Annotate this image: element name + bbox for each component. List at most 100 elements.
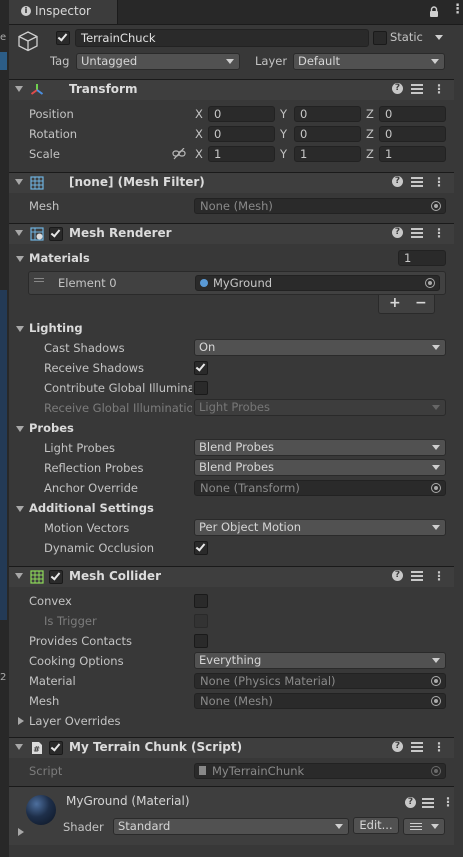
component-menu-icon[interactable]: ⋮ [433,569,445,583]
help-icon[interactable]: ? [392,83,403,94]
presets-icon[interactable] [422,797,434,808]
foldout-arrow-icon[interactable] [15,744,23,750]
contribute-gi-checkbox[interactable] [194,381,208,395]
cooking-options-dropdown[interactable]: Everything [194,652,446,669]
motion-vectors-label: Motion Vectors [44,521,130,535]
probes-foldout-icon[interactable] [16,426,24,432]
mesh-collider-title: Mesh Collider [69,569,161,583]
presets-icon[interactable] [411,570,423,581]
rotation-x-field[interactable]: 0 [208,126,275,142]
rotation-z-field[interactable]: 0 [379,126,446,142]
mesh-filter-title: [none] (Mesh Filter) [69,175,205,189]
additional-settings-foldout-icon[interactable] [16,506,24,512]
cast-shadows-value: On [199,340,216,354]
object-picker-icon[interactable] [431,696,441,706]
foldout-arrow-icon[interactable] [15,230,23,236]
shader-value: Standard [118,819,171,833]
materials-foldout-icon[interactable] [16,256,24,262]
rotation-y-field[interactable]: 0 [294,126,361,142]
component-menu-icon[interactable]: ⋮ [433,740,445,754]
anchor-override-field[interactable]: None (Transform) [194,480,446,496]
is-trigger-checkbox [194,614,208,628]
mesh-collider-header[interactable]: Mesh Collider ? ⋮ [9,566,454,587]
transform-header[interactable]: Transform ? ⋮ [9,79,454,100]
component-menu-icon[interactable]: ⋮ [433,82,445,96]
collider-mesh-field[interactable]: None (Mesh) [194,693,446,709]
layer-overrides-foldout-icon[interactable] [18,717,24,725]
presets-icon[interactable] [411,83,423,94]
add-element-button[interactable]: + [389,295,401,311]
motion-vectors-value: Per Object Motion [199,520,302,534]
provides-contacts-checkbox[interactable] [194,634,208,648]
object-picker-icon[interactable] [431,483,441,493]
presets-icon[interactable] [411,741,423,752]
position-x-field[interactable]: 0 [208,106,275,122]
chevron-down-icon [335,824,343,829]
foldout-arrow-icon[interactable] [15,573,23,579]
help-icon[interactable]: ? [392,570,403,581]
shader-label: Shader [63,820,104,834]
probes-label: Probes [29,421,74,435]
gameobject-active-checkbox[interactable] [56,31,70,45]
layer-dropdown[interactable]: Default [293,53,445,70]
anchor-override-value: None (Transform) [200,481,300,495]
motion-vectors-dropdown[interactable]: Per Object Motion [194,519,446,536]
foldout-arrow-icon[interactable] [15,86,23,92]
lighting-foldout-icon[interactable] [16,326,24,332]
help-icon[interactable]: ? [405,797,416,808]
dynamic-occlusion-checkbox[interactable] [194,541,208,555]
help-icon[interactable]: ? [392,176,403,187]
element0-material-field[interactable]: MyGround [195,275,440,291]
convex-checkbox[interactable] [194,594,208,608]
light-probes-dropdown[interactable]: Blend Probes [194,439,446,456]
constrain-proportions-icon[interactable] [172,148,186,160]
presets-icon[interactable] [411,227,423,238]
gameobject-name-field[interactable]: TerrainChuck [75,29,369,47]
light-probes-value: Blend Probes [199,440,275,454]
materials-count-field[interactable]: 1 [398,250,446,266]
presets-icon[interactable] [411,176,423,187]
mesh-renderer-header[interactable]: Mesh Renderer ? ⋮ [9,223,454,244]
foldout-arrow-icon[interactable] [15,179,23,185]
scale-y-field[interactable]: 1 [294,146,361,162]
mesh-renderer-enabled-checkbox[interactable] [49,227,63,241]
component-menu-icon[interactable]: ⋮ [433,175,445,189]
receive-shadows-checkbox[interactable] [194,361,208,375]
tag-dropdown[interactable]: Untagged [76,53,240,70]
object-picker-icon[interactable] [425,278,435,288]
position-z-field[interactable]: 0 [379,106,446,122]
remove-element-button[interactable]: − [415,295,427,311]
help-icon[interactable]: ? [392,227,403,238]
shader-dropdown[interactable]: Standard [113,818,349,835]
shader-options-dropdown[interactable] [403,818,445,835]
object-picker-icon[interactable] [431,676,441,686]
object-picker-icon [431,766,441,776]
tab-menu-icon[interactable]: ⋮ [451,2,463,17]
scale-x-field[interactable]: 1 [208,146,275,162]
shader-edit-button[interactable]: Edit... [353,817,399,834]
cast-shadows-dropdown[interactable]: On [194,339,446,356]
help-icon[interactable]: ? [392,741,403,752]
reflection-probes-dropdown[interactable]: Blend Probes [194,459,446,476]
material-menu-icon[interactable]: ⋮ [442,795,454,809]
collider-material-field[interactable]: None (Physics Material) [194,673,446,689]
tab-inspector[interactable]: i Inspector [9,0,118,24]
mesh-filter-mesh-field[interactable]: None (Mesh) [194,198,446,214]
script-enabled-checkbox[interactable] [49,741,63,755]
static-checkbox[interactable] [373,31,387,45]
chevron-down-icon [432,445,440,450]
material-foldout-icon[interactable] [18,828,24,836]
mesh-collider-enabled-checkbox[interactable] [49,570,63,584]
object-picker-icon[interactable] [431,201,441,211]
component-menu-icon[interactable]: ⋮ [433,226,445,240]
lock-icon[interactable] [429,6,439,18]
additional-settings-label: Additional Settings [29,501,154,515]
scale-z-field[interactable]: 1 [379,146,446,162]
position-y-field[interactable]: 0 [294,106,361,122]
mesh-filter-header[interactable]: [none] (Mesh Filter) ? ⋮ [9,172,454,193]
static-dropdown-arrow-icon[interactable] [435,35,443,40]
drag-handle-icon[interactable] [34,278,44,279]
list-icon [410,823,422,824]
tab-inspector-label: Inspector [35,4,91,18]
script-component-header[interactable]: # My Terrain Chunk (Script) ? ⋮ [9,737,454,758]
